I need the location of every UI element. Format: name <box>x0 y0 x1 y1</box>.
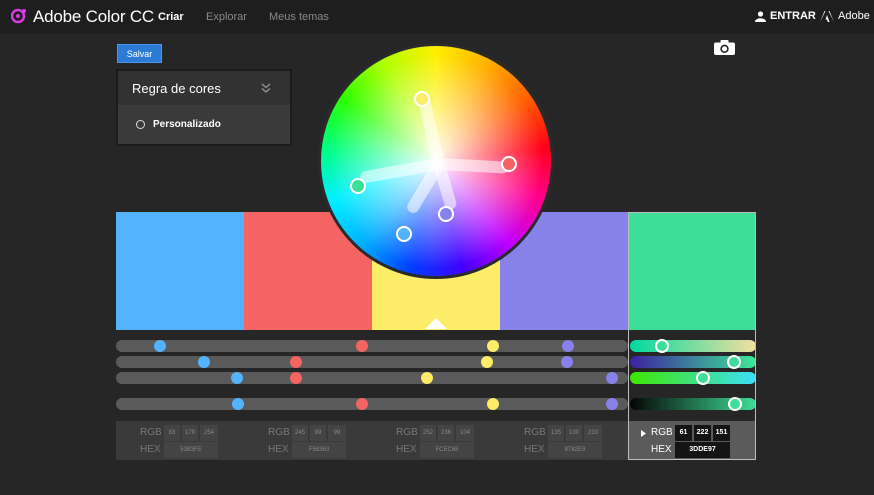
rule-option-label: Personalizado <box>153 119 221 130</box>
color-wheel[interactable] <box>318 43 554 279</box>
wheel-handle-1[interactable] <box>396 226 412 242</box>
chevron-double-down-icon[interactable] <box>260 82 272 94</box>
triangle-right-icon[interactable] <box>641 430 646 437</box>
nav-meus-temas[interactable]: Meus temas <box>269 11 329 23</box>
camera-icon[interactable] <box>714 40 735 55</box>
slider-track-3[interactable] <box>116 372 628 384</box>
wheel-handle-3[interactable] <box>414 91 430 107</box>
app-title[interactable]: Adobe Color CC <box>33 7 154 27</box>
slider-dot-c4-r4[interactable] <box>606 398 618 410</box>
nav-explorar[interactable]: Explorar <box>206 11 247 23</box>
green-value[interactable]: 99 <box>310 425 326 441</box>
hex-value[interactable]: F56363 <box>292 442 346 458</box>
color-values-1: RGB 83 179 254 HEX 53B3FE <box>116 421 244 460</box>
user-icon <box>755 10 766 22</box>
slider-dot-c3-r3[interactable] <box>421 372 433 384</box>
red-value[interactable]: 245 <box>292 425 308 441</box>
slider-dot-c3-r4[interactable] <box>487 398 499 410</box>
color-swatch-5-selected[interactable] <box>628 212 756 330</box>
color-wheel-logo-icon[interactable] <box>11 8 27 24</box>
rgb-label: RGB <box>140 427 162 438</box>
color-values-2: RGB 245 99 99 HEX F56363 <box>244 421 372 460</box>
slider-track-brightness[interactable] <box>116 398 628 410</box>
rgb-label: RGB <box>524 427 546 438</box>
hex-value[interactable]: 8782E9 <box>548 442 602 458</box>
slider-knob-r2[interactable] <box>727 355 741 369</box>
color-rule-header[interactable]: Regra de cores <box>118 71 290 105</box>
nav-criar[interactable]: Criar <box>158 11 184 23</box>
color-rule-panel: Regra de cores Personalizado <box>118 71 290 144</box>
green-value[interactable]: 236 <box>438 425 454 441</box>
wheel-handle-2[interactable] <box>501 156 517 172</box>
adobe-logo-icon <box>820 10 834 22</box>
color-values-5-selected: RGB 61 222 151 HEX 3DDE97 <box>628 421 756 460</box>
hex-value[interactable]: 53B3FE <box>164 442 218 458</box>
blue-value[interactable]: 233 <box>584 425 602 441</box>
slider-dot-c2-r4[interactable] <box>356 398 368 410</box>
hex-value[interactable]: FCEC68 <box>420 442 474 458</box>
slider-knob-r4[interactable] <box>728 397 742 411</box>
blue-value[interactable]: 104 <box>456 425 474 441</box>
wheel-spoke <box>438 158 510 174</box>
top-bar: Adobe Color CC Criar Explorar Meus temas… <box>0 0 874 34</box>
green-value[interactable]: 130 <box>566 425 582 441</box>
red-slider[interactable] <box>630 340 756 352</box>
hex-label: HEX <box>651 444 672 455</box>
green-value[interactable]: 222 <box>694 425 711 441</box>
color-values-4: RGB 135 130 233 HEX 8782E9 <box>500 421 628 460</box>
slider-dot-c4-r1[interactable] <box>562 340 574 352</box>
slider-dot-c4-r3[interactable] <box>606 372 618 384</box>
adobe-link[interactable]: Adobe <box>820 10 870 22</box>
color-rule-title: Regra de cores <box>132 81 221 96</box>
slider-dot-c2-r1[interactable] <box>356 340 368 352</box>
blue-value[interactable]: 151 <box>713 425 730 441</box>
slider-dot-c1-r3[interactable] <box>231 372 243 384</box>
hex-label: HEX <box>396 444 417 455</box>
rgb-label: RGB <box>268 427 290 438</box>
save-button[interactable]: Salvar <box>117 44 162 63</box>
slider-track-2[interactable] <box>116 356 628 368</box>
green-value[interactable]: 179 <box>182 425 198 441</box>
slider-track-1[interactable] <box>116 340 628 352</box>
color-swatch-1[interactable] <box>116 212 244 330</box>
slider-dot-c2-r3[interactable] <box>290 372 302 384</box>
slider-knob-r1[interactable] <box>655 339 669 353</box>
hex-label: HEX <box>268 444 289 455</box>
blue-value[interactable]: 99 <box>328 425 346 441</box>
slider-dot-c3-r2[interactable] <box>481 356 493 368</box>
slider-dot-c2-r2[interactable] <box>290 356 302 368</box>
slider-knob-r3[interactable] <box>696 371 710 385</box>
red-value[interactable]: 83 <box>164 425 180 441</box>
login-link[interactable]: ENTRAR <box>755 10 816 22</box>
hex-label: HEX <box>140 444 161 455</box>
rgb-label: RGB <box>651 427 673 438</box>
blue-value[interactable]: 254 <box>200 425 218 441</box>
wheel-handle-4[interactable] <box>438 206 454 222</box>
hex-value[interactable]: 3DDE97 <box>675 442 730 458</box>
login-label: ENTRAR <box>770 10 816 22</box>
adobe-label: Adobe <box>838 10 870 22</box>
hex-label: HEX <box>524 444 545 455</box>
slider-dot-c4-r2[interactable] <box>561 356 573 368</box>
rule-option-personalizado[interactable]: Personalizado <box>136 119 221 130</box>
base-color-pointer <box>425 318 447 329</box>
red-value[interactable]: 135 <box>548 425 564 441</box>
red-value[interactable]: 61 <box>675 425 692 441</box>
color-values-3: RGB 252 236 104 HEX FCEC68 <box>372 421 500 460</box>
slider-dot-c3-r1[interactable] <box>487 340 499 352</box>
slider-dot-c1-r4[interactable] <box>232 398 244 410</box>
red-value[interactable]: 252 <box>420 425 436 441</box>
blue-slider[interactable] <box>630 372 756 384</box>
slider-dot-c1-r2[interactable] <box>198 356 210 368</box>
radio-icon[interactable] <box>136 120 145 129</box>
slider-dot-c1-r1[interactable] <box>154 340 166 352</box>
rgb-label: RGB <box>396 427 418 438</box>
wheel-handle-5[interactable] <box>350 178 366 194</box>
